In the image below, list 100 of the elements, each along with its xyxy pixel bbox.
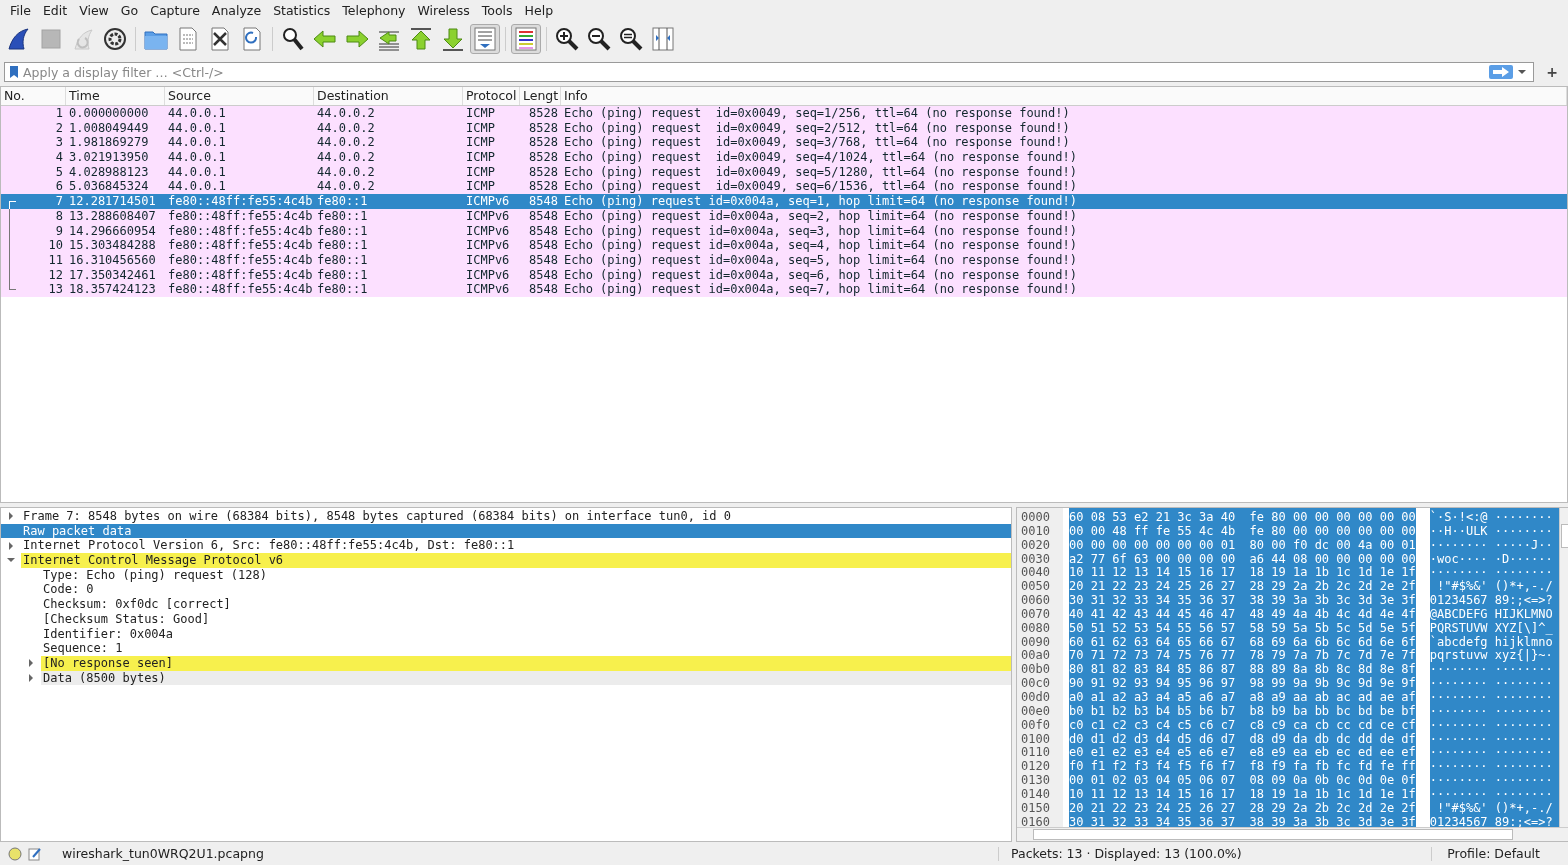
column-header[interactable]: No. bbox=[1, 87, 66, 105]
table-cell-text: 8528 bbox=[528, 179, 559, 195]
table-cell-text: 8548 bbox=[528, 223, 559, 239]
caret-icon[interactable] bbox=[1517, 68, 1528, 76]
expanded-arrow-icon[interactable] bbox=[7, 556, 15, 565]
table-cell-text: 3 bbox=[54, 135, 64, 151]
tree-item[interactable]: Identifier: 0x004a bbox=[1, 626, 1011, 642]
menu-item[interactable]: View bbox=[73, 2, 115, 18]
table-cell-text: 15.303484288 bbox=[68, 238, 157, 253]
column-header[interactable]: Source bbox=[165, 87, 314, 105]
table-cell-text: Echo (ping) request id=0x0049, seq=3/768, ttl=64 (no response found!) bbox=[563, 135, 1071, 151]
filter-box[interactable]: Apply a display filter … <Ctrl-/> bbox=[4, 62, 1535, 82]
table-cell-text: ICMP bbox=[465, 106, 496, 121]
add-filter-button[interactable]: + bbox=[1540, 64, 1564, 80]
offset-label: 0120 bbox=[1021, 760, 1051, 775]
offset-label: 0000 bbox=[1021, 511, 1051, 525]
table-cell-text: 44.0.0.1 bbox=[167, 164, 227, 180]
ascii-text: ········ ········ bbox=[1429, 677, 1553, 691]
status-indicator-icon[interactable] bbox=[8, 846, 22, 861]
menu-item[interactable]: Statistics bbox=[267, 2, 337, 18]
tree-item[interactable]: Sequence: 1 bbox=[1, 641, 1011, 656]
table-cell-text: 17.350342461 bbox=[68, 267, 157, 283]
table-cell-text: 11 bbox=[47, 252, 64, 268]
tree-item[interactable]: Type: Echo (ping) request (128) bbox=[1, 567, 1011, 583]
packet-row[interactable]: 3 1.981869279 44.0.0.1 44.0.0.2 ICMP 8528 Echo (ping) request id=0x0049, seq=3/768, ttl=64 (no response found!) bbox=[1, 135, 1567, 151]
hex-bytes: d0 d1 d2 d3 d4 d5 d6 d7 d8 d9 da db dc dd de df bbox=[1069, 732, 1416, 746]
hex-bytes: 60 08 53 e2 21 3c 3a 40 fe 80 00 00 00 00 00 00 bbox=[1069, 511, 1416, 525]
table-cell-text: fe80::48ff:fe55:4c4b bbox=[167, 238, 314, 253]
table-cell-text: 0.000000000 bbox=[68, 106, 150, 121]
menu-item[interactable]: File bbox=[4, 2, 37, 18]
table-cell-text: Echo (ping) request id=0x004a, seq=2, hop limit=64 (no response found!) bbox=[563, 208, 1078, 224]
table-cell-text: 1.008049449 bbox=[68, 120, 150, 136]
table-cell-text: fe80::1 bbox=[316, 194, 369, 209]
table-cell-text: 44.0.0.2 bbox=[316, 150, 376, 165]
hex-bytes: 30 31 32 33 34 35 36 37 38 39 3a 3b 3c 3d 3e 3f bbox=[1069, 815, 1416, 827]
tree-item[interactable]: [Checksum Status: Good] bbox=[1, 611, 1011, 627]
horizontal-scrollbar[interactable] bbox=[1017, 827, 1568, 841]
packet-row[interactable]: 7 12.281714501 fe80::48ff:fe55:4c4b fe80::1 ICMPv6 8548 Echo (ping) request id=0x004a, seq=1, hop limit=64 (no response found!) bbox=[1, 194, 1567, 209]
menu-item[interactable]: Tools bbox=[475, 2, 519, 18]
packet-row[interactable]: 1 0.000000000 44.0.0.1 44.0.0.2 ICMP 8528 Echo (ping) request id=0x0049, seq=1/256, ttl=64 (no response found!) bbox=[1, 106, 1567, 121]
ascii-text: ········ ········ bbox=[1429, 746, 1553, 761]
column-header[interactable]: Info bbox=[561, 87, 1567, 105]
menu-item[interactable]: Help bbox=[518, 2, 560, 18]
ascii-text: PQRSTUVW XYZ[\]^_ bbox=[1429, 621, 1553, 635]
column-header[interactable]: Lengt bbox=[520, 87, 561, 105]
menu-item[interactable]: Telephony bbox=[336, 2, 412, 18]
tree-item[interactable]: Frame 7: 8548 bytes on wire (68384 bits), 8548 bytes captured (68384 bits) on interface tun0, id 0 bbox=[1, 509, 1011, 524]
table-cell-text: ICMPv6 bbox=[465, 282, 511, 297]
pencil-note-icon[interactable] bbox=[28, 846, 42, 861]
table-cell-text: 44.0.0.1 bbox=[167, 150, 227, 165]
table-cell-text: 8548 bbox=[528, 194, 559, 209]
collapsed-arrow-icon[interactable] bbox=[7, 512, 15, 521]
packet-row[interactable]: 10 15.303484288 fe80::48ff:fe55:4c4b fe80::1 ICMPv6 8548 Echo (ping) request id=0x004a, seq=4, hop limit=64 (no response found!) bbox=[1, 238, 1567, 253]
hex-bytes: c0 c1 c2 c3 c4 c5 c6 c7 c8 c9 ca cb cc cd ce cf bbox=[1069, 718, 1416, 733]
menu-item[interactable]: Capture bbox=[144, 2, 206, 18]
table-cell-text: 9 bbox=[54, 223, 64, 239]
table-cell-text: 8548 bbox=[528, 282, 559, 297]
autoscroll-button[interactable] bbox=[470, 24, 500, 54]
tree-item[interactable]: Checksum: 0xf0dc [correct] bbox=[1, 597, 1011, 612]
bookmark-icon[interactable] bbox=[9, 65, 19, 79]
packet-row[interactable]: 13 18.357424123 fe80::48ff:fe55:4c4b fe80::1 ICMPv6 8548 Echo (ping) request id=0x004a, seq=7, hop limit=64 (no response found!) bbox=[1, 282, 1567, 297]
ascii-text: ········ ········ bbox=[1429, 760, 1553, 775]
table-cell-text: Echo (ping) request id=0x004a, seq=6, hop limit=64 (no response found!) bbox=[563, 267, 1078, 283]
menu-item[interactable]: Analyze bbox=[205, 2, 268, 18]
hex-bytes: 50 51 52 53 54 55 56 57 58 59 5a 5b 5c 5d 5e 5f bbox=[1069, 621, 1416, 636]
table-cell-text: 10 bbox=[47, 238, 64, 253]
table-cell-text: ICMPv6 bbox=[465, 238, 511, 253]
table-cell-text: ICMP bbox=[465, 120, 496, 136]
column-header[interactable]: Protocol bbox=[463, 87, 520, 105]
ascii-text: pqrstuvw xyz{|}~· bbox=[1429, 649, 1553, 664]
table-cell-text: fe80::1 bbox=[316, 282, 369, 297]
collapsed-arrow-icon[interactable] bbox=[7, 541, 15, 550]
colorize-button[interactable] bbox=[511, 24, 541, 54]
table-cell-text: 8548 bbox=[528, 267, 559, 283]
column-header[interactable]: Destination bbox=[314, 87, 463, 105]
ascii-text: ········ ·····J·· bbox=[1429, 538, 1553, 553]
hex-bytes: 00 00 48 ff fe 55 4c 4b fe 80 00 00 00 00 00 00 bbox=[1069, 524, 1416, 539]
offset-label: 0030 bbox=[1021, 552, 1051, 567]
vertical-scrollbar[interactable] bbox=[1558, 508, 1568, 827]
column-header[interactable]: Time bbox=[66, 87, 165, 105]
menu-item[interactable]: Edit bbox=[36, 2, 74, 18]
packet-row[interactable]: 4 3.021913950 44.0.0.1 44.0.0.2 ICMP 8528 Echo (ping) request id=0x0049, seq=4/1024, ttl=64 (no response found!) bbox=[1, 150, 1567, 165]
tree-item[interactable]: Code: 0 bbox=[1, 582, 1011, 598]
table-cell-text: ICMP bbox=[465, 164, 496, 180]
tree-item[interactable]: Raw packet data bbox=[1, 523, 1011, 539]
offset-label: 0090 bbox=[1021, 635, 1051, 650]
display-filter-field[interactable]: Apply a display filter … <Ctrl-/> bbox=[23, 64, 1486, 80]
packet-row[interactable]: 6 5.036845324 44.0.0.1 44.0.0.2 ICMP 8528 Echo (ping) request id=0x0049, seq=6/1536, ttl=64 (no response found!) bbox=[1, 179, 1567, 195]
table-cell-text: Echo (ping) request id=0x004a, seq=5, hop limit=64 (no response found!) bbox=[563, 252, 1078, 268]
menu-item[interactable]: Go bbox=[114, 2, 145, 18]
hex-bytes: 20 21 22 23 24 25 26 27 28 29 2a 2b 2c 2d 2e 2f bbox=[1069, 801, 1416, 816]
ascii-text: !"#$%&' ()*+,-./ bbox=[1436, 801, 1553, 816]
profile-label[interactable]: Profile: Default bbox=[1447, 846, 1560, 861]
table-cell-text: 44.0.0.2 bbox=[316, 164, 376, 180]
offset-label: 0060 bbox=[1021, 594, 1051, 608]
table-cell-text: fe80::48ff:fe55:4c4b bbox=[167, 252, 314, 268]
table-cell-text: fe80::1 bbox=[316, 252, 369, 268]
menu-item[interactable]: Wireless bbox=[411, 2, 476, 18]
tree-item[interactable]: Internet Protocol Version 6, Src: fe80::48ff:fe55:4c4b, Dst: fe80::1 bbox=[1, 538, 1011, 554]
table-cell-text: fe80::48ff:fe55:4c4b bbox=[167, 208, 314, 224]
